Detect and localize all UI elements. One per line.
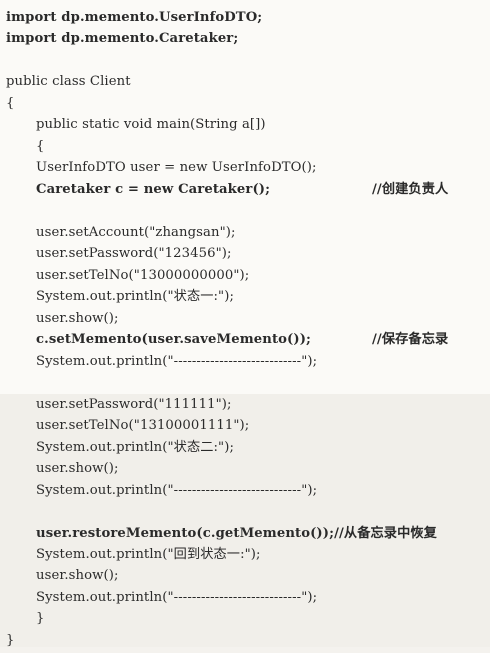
code-text: import dp.memento.Caretaker; (6, 31, 239, 46)
code-line: user.setTelNo("13100001111"); (0, 414, 490, 438)
code-line: user.show(); (0, 457, 490, 481)
code-text: } (6, 633, 15, 648)
code-text: Caretaker c = new Caretaker(); (36, 182, 271, 197)
code-text: public static void main(String a[]) (36, 117, 266, 132)
code-text: user.show(); (36, 461, 119, 476)
code-text: public class Client (6, 74, 131, 89)
code-text: user.setTelNo("13100001111"); (36, 418, 250, 433)
code-comment: //保存备忘录 (372, 332, 449, 347)
code-line: user.setPassword("123456"); (0, 242, 490, 266)
code-text: c.setMemento(user.saveMemento()); (36, 332, 312, 347)
code-line: UserInfoDTO user = new UserInfoDTO(); (0, 156, 490, 180)
code-comment: //创建负责人 (372, 182, 449, 197)
code-line: user.show(); (0, 564, 490, 588)
code-text: System.out.println("--------------------… (36, 354, 318, 369)
code-text: user.setPassword("123456"); (36, 246, 232, 261)
code-line: public static void main(String a[]) (0, 113, 490, 137)
code-text: System.out.println("状态一:"); (36, 289, 235, 304)
code-page: import dp.memento.UserInfoDTO; import dp.… (0, 0, 490, 648)
code-line: Caretaker c = new Caretaker(); //创建负责人 (0, 178, 490, 202)
code-line: c.setMemento(user.saveMemento()); //保存备忘录 (0, 328, 490, 352)
code-text: System.out.println("--------------------… (36, 483, 318, 498)
code-text: user.show(); (36, 568, 119, 583)
code-line: System.out.println("--------------------… (0, 479, 490, 503)
code-line: } (0, 607, 490, 631)
code-text: UserInfoDTO user = new UserInfoDTO(); (36, 160, 317, 175)
code-line: } (0, 629, 490, 653)
code-line: import dp.memento.Caretaker; (0, 27, 490, 51)
code-line: System.out.println("状态一:"); (0, 285, 490, 309)
code-line: System.out.println("--------------------… (0, 350, 490, 374)
code-text: } (36, 611, 45, 626)
code-line: public class Client (0, 70, 490, 94)
